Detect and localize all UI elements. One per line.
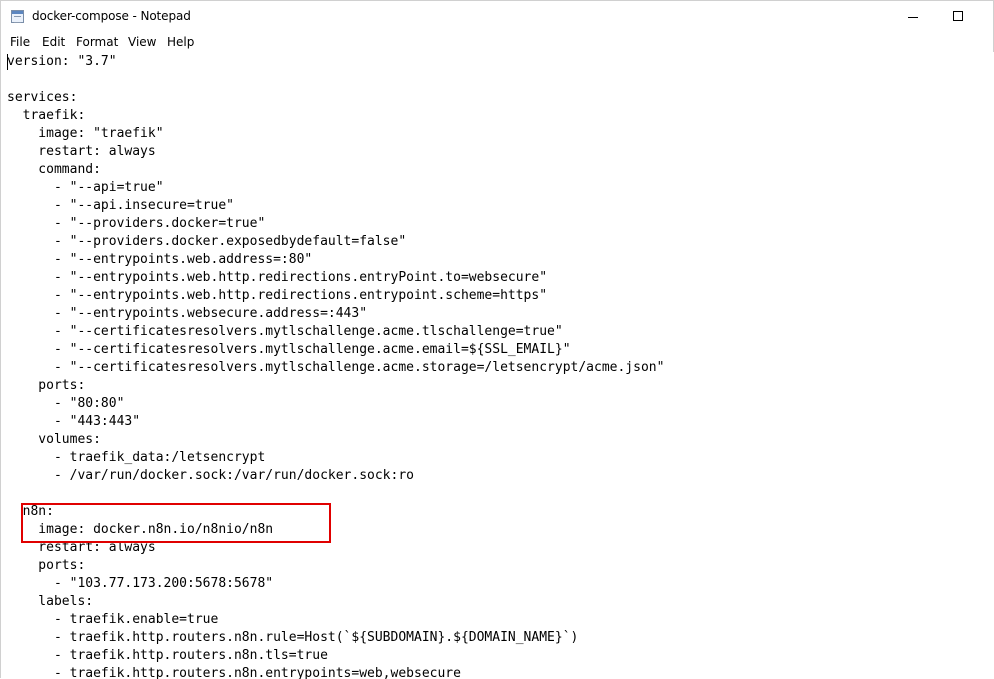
menu-view[interactable]: View [128,35,156,49]
editor-line: - "--api.insecure=true" [7,198,234,213]
text-editor[interactable]: version: "3.7" services: traefik: image: … [1,52,994,679]
editor-line: - "--entrypoints.web.http.redirections.e… [7,288,548,303]
editor-line: - "443:443" [7,414,141,429]
editor-line: - /var/run/docker.sock:/var/run/docker.s… [7,468,414,483]
editor-line: - "--certificatesresolvers.mytlschalleng… [7,342,571,357]
minimize-icon[interactable] [890,1,936,32]
editor-line: image: docker.n8n.io/n8nio/n8n [7,522,274,537]
maximize-icon[interactable] [936,1,982,32]
editor-line: command: [7,162,101,177]
editor-line: - traefik_data:/letsencrypt [7,450,266,465]
editor-line: image: "traefik" [7,126,164,141]
editor-line: - "--providers.docker=true" [7,216,266,231]
editor-line: - traefik.http.routers.n8n.rule=Host(`${… [7,630,579,645]
menu-help[interactable]: Help [167,35,194,49]
editor-line: ports: [7,378,86,393]
editor-line: - "--api=true" [7,180,164,195]
editor-line: services: [7,90,78,105]
menu-file[interactable]: File [10,35,30,49]
window-title: docker-compose - Notepad [32,9,191,23]
editor-line: - traefik.enable=true [7,612,219,627]
menu-bar: File Edit Format View Help [1,32,993,53]
editor-line: - "--providers.docker.exposedbydefault=f… [7,234,407,249]
menu-edit[interactable]: Edit [42,35,65,49]
editor-line: - "--certificatesresolvers.mytlschalleng… [7,324,563,339]
editor-line: - "--entrypoints.web.http.redirections.e… [7,270,548,285]
editor-line: - "--entrypoints.websecure.address=:443" [7,306,368,321]
editor-line: - "--entrypoints.web.address=:80" [7,252,313,267]
menu-format[interactable]: Format [76,35,118,49]
editor-line: volumes: [7,432,101,447]
editor-line: - "--certificatesresolvers.mytlschalleng… [7,360,665,375]
editor-line: traefik: [7,108,86,123]
editor-line: - traefik.http.routers.n8n.tls=true [7,648,328,663]
editor-line: n8n: [7,504,54,519]
editor-line: restart: always [7,144,156,159]
notepad-icon [11,10,24,23]
editor-line: - traefik.http.routers.n8n.entrypoints=w… [7,666,461,679]
editor-line: labels: [7,594,94,609]
editor-line: version: "3.7" [7,54,117,69]
editor-line: restart: always [7,540,156,555]
editor-line: ports: [7,558,86,573]
title-bar[interactable]: docker-compose - Notepad [1,1,993,32]
editor-line: - "80:80" [7,396,125,411]
notepad-window: docker-compose - Notepad File Edit Forma… [0,0,994,679]
editor-line: - "103.77.173.200:5678:5678" [7,576,274,591]
